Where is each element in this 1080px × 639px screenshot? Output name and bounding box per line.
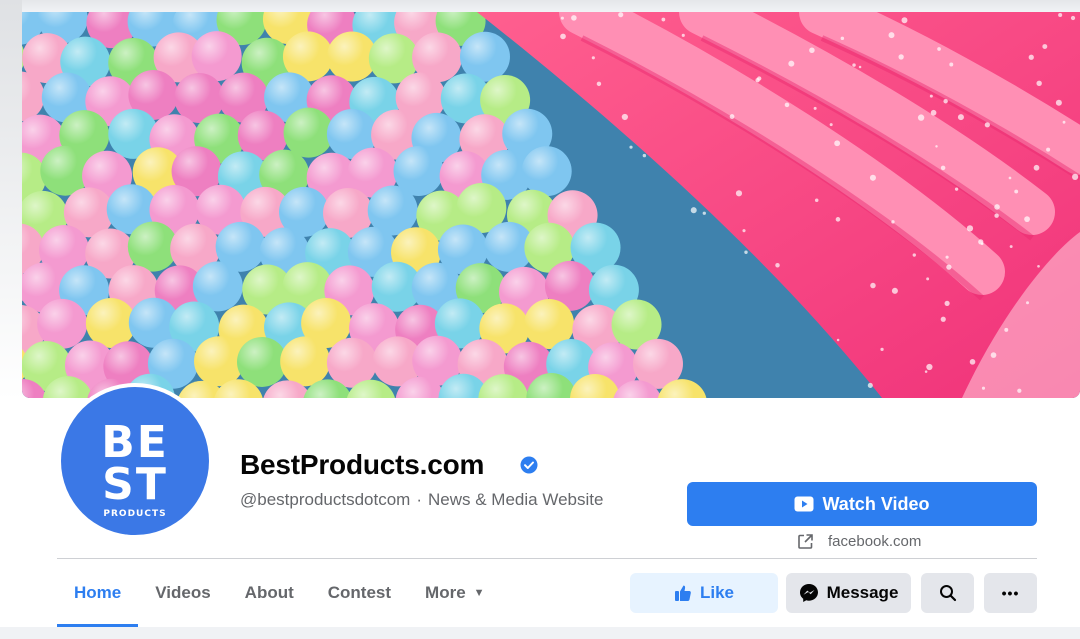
message-label: Message [826, 583, 899, 602]
logo-line-3: PRODUCTS [103, 509, 166, 519]
watch-video-button[interactable]: Watch Video [687, 482, 1037, 526]
website-link-text: facebook.com [828, 533, 922, 550]
logo-line-2: ST [102, 459, 168, 510]
messenger-icon [799, 584, 818, 602]
website-link[interactable]: facebook.com [797, 533, 921, 550]
like-label: Like [699, 583, 735, 602]
profile-picture[interactable]: BE ST PRODUCTS [57, 383, 213, 539]
page-category[interactable]: News & Media Website [428, 490, 603, 509]
top-bar-background [0, 0, 1080, 12]
cover-photo[interactable] [22, 12, 1080, 398]
search-button[interactable] [921, 573, 974, 613]
page-handle: @bestproductsdotcom [240, 490, 411, 509]
search-icon [939, 585, 956, 602]
more-options-button[interactable]: ••• [984, 573, 1037, 613]
watch-video-label: Watch Video [822, 493, 930, 514]
page-subtitle: @bestproductsdotcom · News & Media Website [240, 490, 603, 510]
avatar-logo: BE ST PRODUCTS [61, 387, 209, 535]
external-link-icon [798, 534, 813, 549]
verified-badge-icon [520, 456, 538, 474]
feed-background [0, 627, 1080, 639]
play-video-icon [794, 496, 814, 512]
left-edge-shade [0, 0, 22, 400]
more-dots-icon: ••• [1001, 585, 1020, 601]
page-actions: Like Message ••• [0, 573, 1080, 613]
thumbs-up-icon [674, 585, 691, 601]
like-button[interactable]: Like [630, 573, 778, 613]
page-title[interactable]: BestProducts.com [240, 449, 484, 481]
cover-photo-image [22, 12, 1080, 398]
subtitle-separator: · [416, 490, 423, 509]
message-button[interactable]: Message [786, 573, 911, 613]
best-products-logo: BE ST PRODUCTS [101, 417, 168, 519]
